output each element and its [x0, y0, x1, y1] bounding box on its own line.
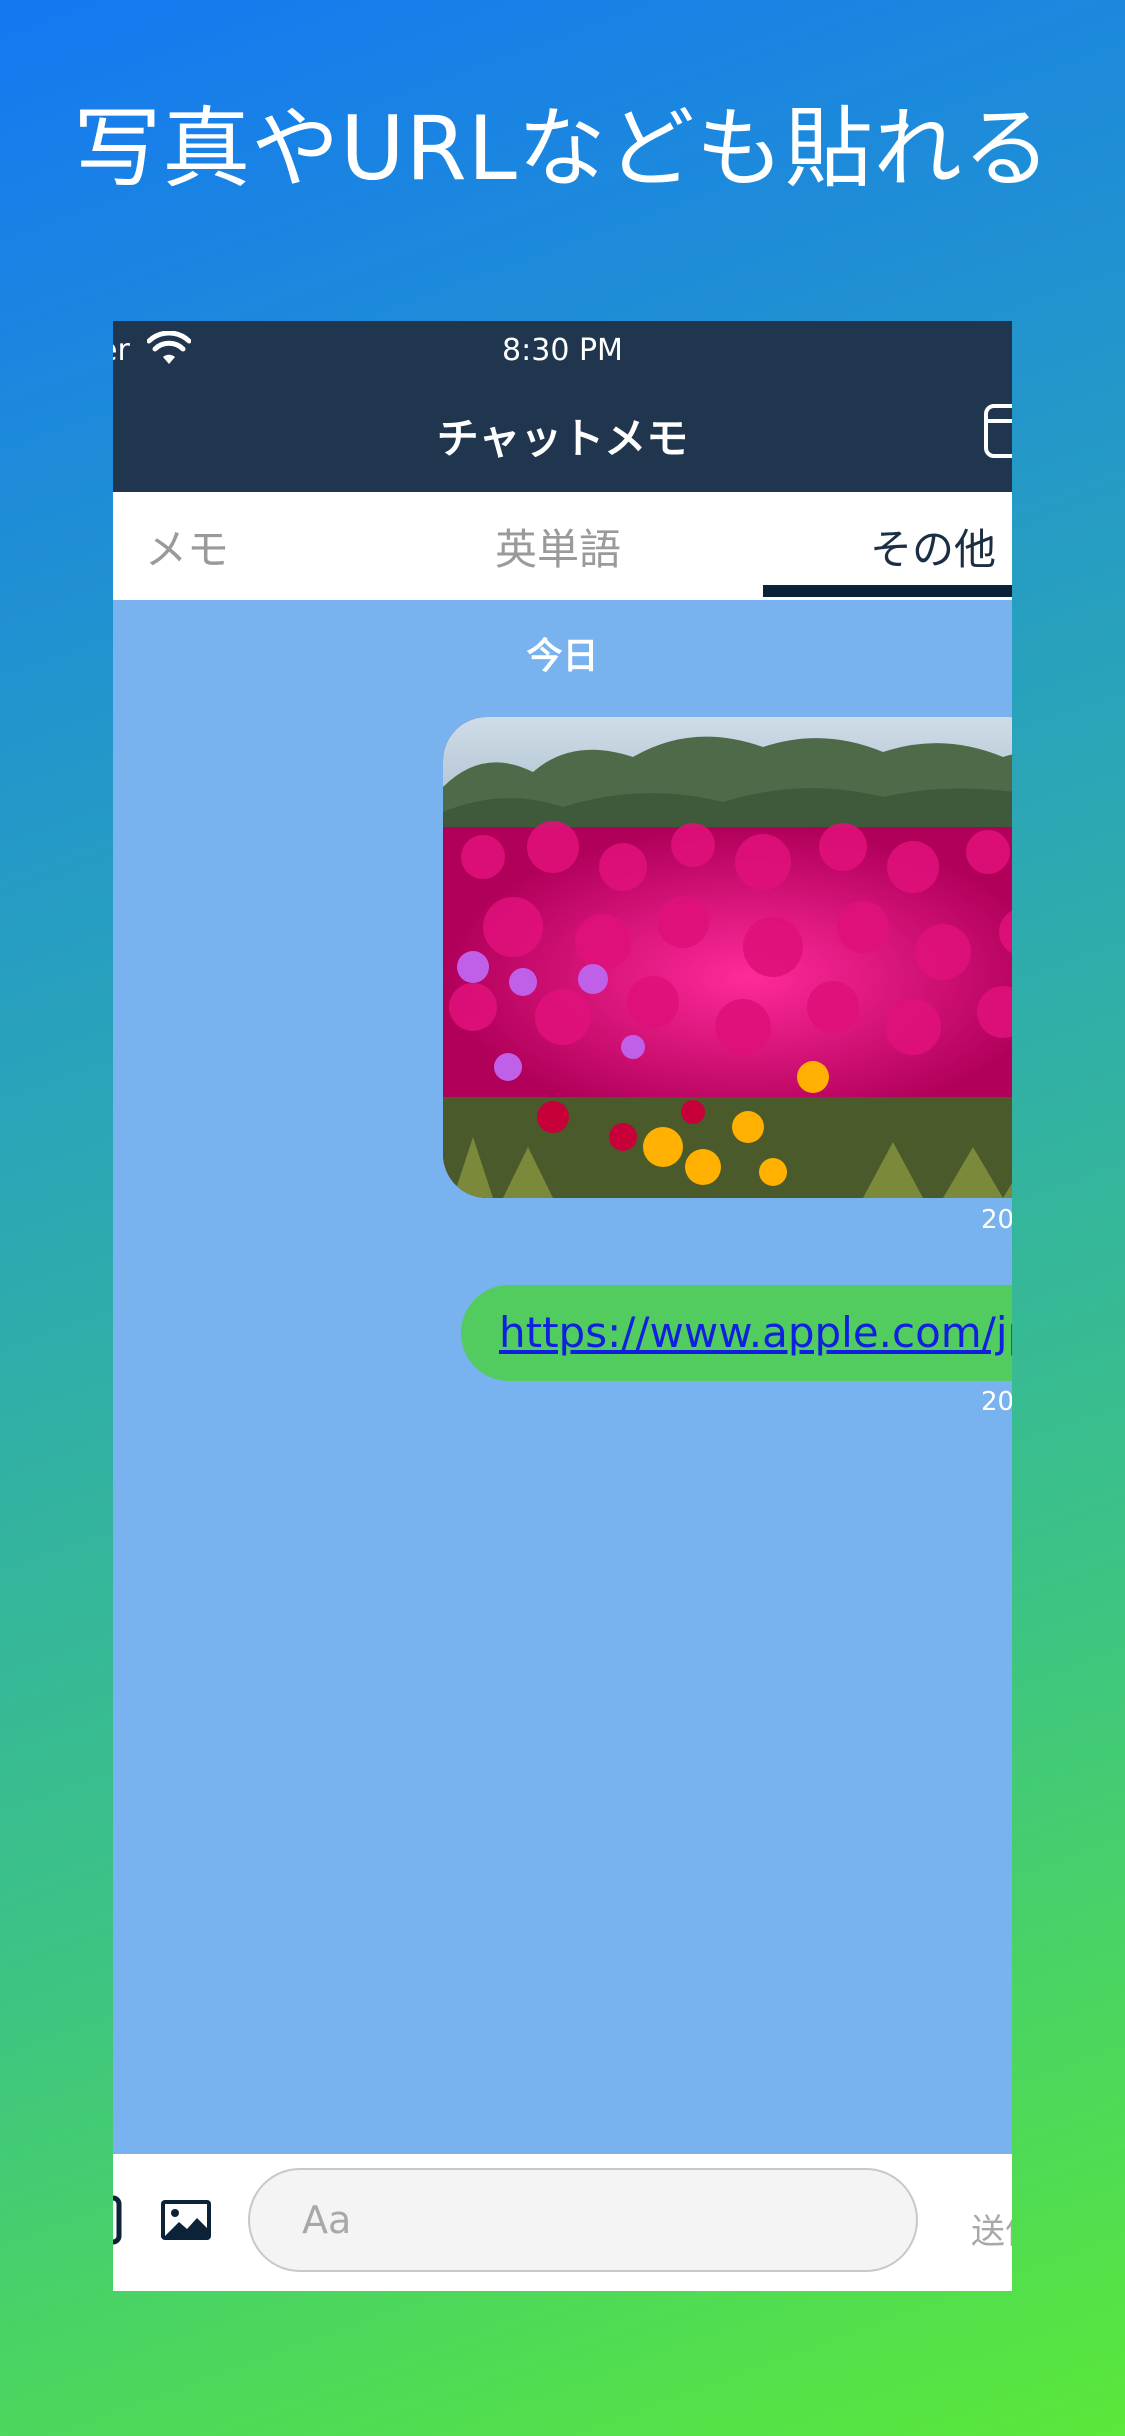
- image-icon[interactable]: [159, 2198, 213, 2242]
- active-tab-indicator: [763, 585, 1012, 597]
- tab-other[interactable]: その他: [870, 516, 996, 577]
- composer-bar: 送信: [113, 2154, 1012, 2291]
- navigation-bar: er 8:30 PM チャットメモ: [113, 321, 1012, 492]
- link-message[interactable]: https://www.apple.com/jp: [461, 1285, 1012, 1381]
- archive-icon[interactable]: [983, 403, 1012, 459]
- url-link[interactable]: https://www.apple.com/jp: [499, 1308, 1012, 1357]
- message-time: 20: [981, 1205, 1012, 1235]
- flower-photo: [443, 717, 1012, 1198]
- status-time: 8:30 PM: [502, 333, 623, 368]
- date-separator: 今日: [526, 636, 599, 677]
- phone-screen: er 8:30 PM チャットメモ メモ 英単語 その他 今日: [113, 321, 1012, 2291]
- message-input[interactable]: [248, 2168, 918, 2272]
- promo-headline: 写真やURLなども貼れる: [73, 97, 1052, 200]
- camera-icon[interactable]: [113, 2194, 123, 2246]
- image-message[interactable]: [443, 717, 1012, 1198]
- page-title: チャットメモ: [436, 414, 689, 463]
- tab-vocabulary[interactable]: 英単語: [495, 516, 621, 577]
- message-time: 20: [981, 1387, 1012, 1417]
- send-button[interactable]: 送信: [971, 2204, 1012, 2253]
- tab-bar: メモ 英単語 その他: [113, 492, 1012, 600]
- tab-memo[interactable]: メモ: [145, 516, 229, 577]
